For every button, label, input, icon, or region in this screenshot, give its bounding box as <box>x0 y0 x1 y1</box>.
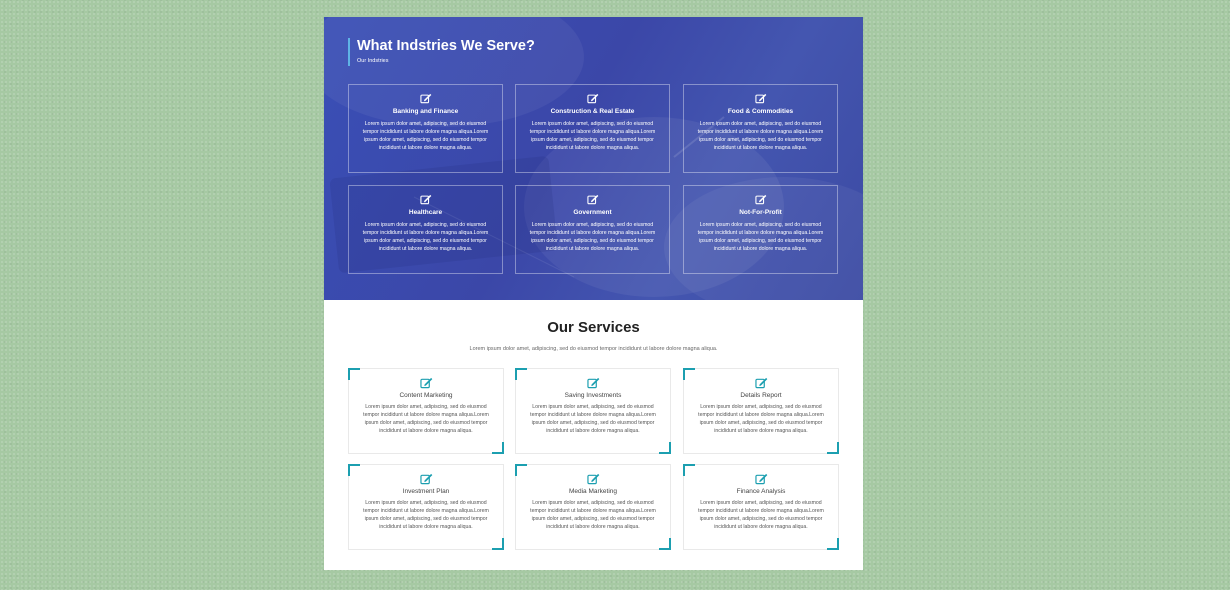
service-title: Finance Analysis <box>736 488 786 495</box>
edit-icon <box>754 93 766 104</box>
service-text: Lorem ipsum dolor amet, adipiscing, sed … <box>363 500 489 530</box>
edit-icon <box>586 377 599 389</box>
industry-title: Healthcare <box>408 209 443 216</box>
corner-accent <box>659 538 671 550</box>
corner-accent <box>827 538 839 550</box>
industry-title: Food & Commodities <box>727 108 794 115</box>
service-text: Lorem ipsum dolor amet, adipiscing, sed … <box>530 404 656 434</box>
service-title: Details Report <box>740 392 782 399</box>
service-card-details-report[interactable]: Details Report Lorem ipsum dolor amet, a… <box>683 368 839 454</box>
industries-heading: What Indstries We Serve? Our Indstries <box>348 38 535 66</box>
industries-section: What Indstries We Serve? Our Indstries B… <box>324 17 863 300</box>
industry-title: Construction & Real Estate <box>550 108 635 115</box>
industry-card-not-for-profit[interactable]: Not-For-Profit Lorem ipsum dolor amet, a… <box>683 185 838 274</box>
corner-accent <box>492 538 504 550</box>
industries-subtitle: Our Indstries <box>357 58 389 64</box>
service-text: Lorem ipsum dolor amet, adipiscing, sed … <box>530 500 656 530</box>
industry-card-construction[interactable]: Construction & Real Estate Lorem ipsum d… <box>515 84 670 173</box>
service-title: Content Marketing <box>399 392 453 399</box>
corner-accent <box>492 442 504 454</box>
industry-title: Government <box>573 209 612 216</box>
service-text: Lorem ipsum dolor amet, adipiscing, sed … <box>698 500 824 530</box>
service-card-media-marketing[interactable]: Media Marketing Lorem ipsum dolor amet, … <box>515 464 671 550</box>
edit-icon <box>419 93 431 104</box>
industry-text: Lorem ipsum dolor amet, adipiscing, sed … <box>362 121 489 151</box>
edit-icon <box>419 377 432 389</box>
industry-text: Lorem ipsum dolor amet, adipiscing, sed … <box>697 121 824 151</box>
service-card-investment-plan[interactable]: Investment Plan Lorem ipsum dolor amet, … <box>348 464 504 550</box>
industries-title: What Indstries We Serve? <box>357 38 535 54</box>
corner-accent <box>348 368 360 380</box>
page-content: What Indstries We Serve? Our Indstries B… <box>324 17 863 570</box>
edit-icon <box>754 194 766 205</box>
corner-accent <box>659 442 671 454</box>
corner-accent <box>348 464 360 476</box>
edit-icon <box>586 473 599 485</box>
service-card-finance-analysis[interactable]: Finance Analysis Lorem ipsum dolor amet,… <box>683 464 839 550</box>
services-subtitle: Lorem ipsum dolor amet, adipiscing, sed … <box>469 346 718 352</box>
edit-icon <box>586 93 598 104</box>
industry-text: Lorem ipsum dolor amet, adipiscing, sed … <box>362 222 489 252</box>
industry-title: Not-For-Profit <box>739 209 782 216</box>
industry-text: Lorem ipsum dolor amet, adipiscing, sed … <box>529 121 656 151</box>
service-card-content-marketing[interactable]: Content Marketing Lorem ipsum dolor amet… <box>348 368 504 454</box>
industry-card-food[interactable]: Food & Commodities Lorem ipsum dolor ame… <box>683 84 838 173</box>
edit-icon <box>754 473 767 485</box>
edit-icon <box>754 377 767 389</box>
services-title: Our Services <box>547 319 640 336</box>
corner-accent <box>683 368 695 380</box>
corner-accent <box>827 442 839 454</box>
edit-icon <box>419 473 432 485</box>
edit-icon <box>419 194 431 205</box>
service-title: Investment Plan <box>402 488 450 495</box>
edit-icon <box>586 194 598 205</box>
service-text: Lorem ipsum dolor amet, adipiscing, sed … <box>698 404 824 434</box>
service-card-saving-investments[interactable]: Saving Investments Lorem ipsum dolor ame… <box>515 368 671 454</box>
corner-accent <box>515 464 527 476</box>
service-text: Lorem ipsum dolor amet, adipiscing, sed … <box>363 404 489 434</box>
industry-card-healthcare[interactable]: Healthcare Lorem ipsum dolor amet, adipi… <box>348 185 503 274</box>
corner-accent <box>515 368 527 380</box>
service-title: Saving Investments <box>564 392 622 399</box>
service-title: Media Marketing <box>568 488 618 495</box>
industry-card-government[interactable]: Government Lorem ipsum dolor amet, adipi… <box>515 185 670 274</box>
corner-accent <box>683 464 695 476</box>
industry-card-banking[interactable]: Banking and Finance Lorem ipsum dolor am… <box>348 84 503 173</box>
industry-title: Banking and Finance <box>392 108 459 115</box>
industry-text: Lorem ipsum dolor amet, adipiscing, sed … <box>529 222 656 252</box>
industry-text: Lorem ipsum dolor amet, adipiscing, sed … <box>697 222 824 252</box>
